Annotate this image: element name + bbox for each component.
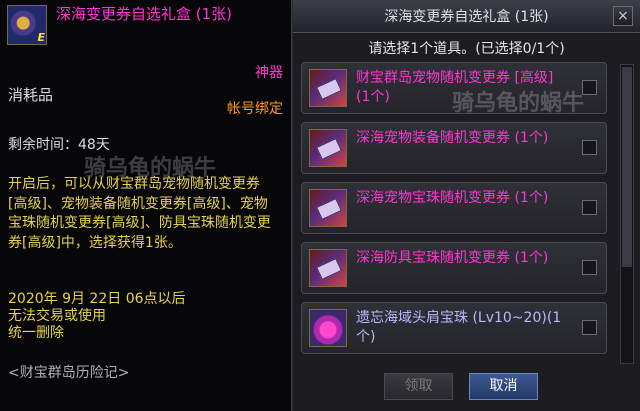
watermark: 骑乌龟的蜗牛 (84, 156, 217, 181)
cancel-button[interactable]: 取消 (469, 373, 538, 400)
close-button[interactable]: × (613, 6, 633, 26)
item-source: <财宝群岛历险记> (8, 365, 130, 381)
option-row[interactable]: 深海防具宝珠随机变更券 (1个) (301, 242, 607, 294)
selection-prompt: 请选择1个道具。(已选择0/1个) (368, 41, 565, 57)
gem-icon (309, 309, 347, 347)
ticket-icon (309, 69, 347, 107)
ticket-icon (309, 129, 347, 167)
option-checkbox[interactable] (582, 320, 597, 335)
item-type: 消耗品 (8, 86, 54, 104)
dialog-titlebar: 深海变更券自选礼盒 (1张) × (293, 0, 640, 33)
option-row[interactable]: 深海宠物宝珠随机变更券 (1个) (301, 182, 607, 234)
option-row[interactable]: 遗忘海域头肩宝珠 (Lv10~20)(1个) (301, 302, 607, 354)
option-row[interactable]: 深海宠物装备随机变更券 (1个) (301, 122, 607, 174)
dialog-title: 深海变更券自选礼盒 (1张) (384, 9, 549, 25)
watermark: 骑乌龟的蜗牛 (452, 91, 585, 116)
item-description: 开启后，可以从财宝群岛宠物随机变更券[高级]、宠物装备随机变更券[高级]、宠物宝… (8, 176, 271, 251)
option-checkbox[interactable] (582, 140, 597, 155)
scrollbar-thumb[interactable] (622, 67, 632, 267)
option-checkbox[interactable] (582, 260, 597, 275)
option-label: 深海宠物宝珠随机变更券 (1个) (356, 190, 549, 206)
ticket-icon (309, 189, 347, 227)
option-checkbox[interactable] (582, 80, 597, 95)
scrollbar[interactable] (620, 64, 634, 364)
ticket-icon (309, 249, 347, 287)
option-label: 遗忘海域头肩宝珠 (Lv10~20)(1个) (356, 310, 562, 345)
delete-rule: 统一删除 (8, 325, 64, 341)
option-label: 深海宠物装备随机变更券 (1个) (356, 130, 549, 146)
item-binding: 帐号绑定 (227, 101, 283, 117)
option-label: 深海防具宝珠随机变更券 (1个) (356, 250, 549, 266)
select-item-dialog: 深海变更券自选礼盒 (1张) × 请选择1个道具。(已选择0/1个) 财宝群岛宠… (293, 0, 640, 411)
item-tooltip: E 深海变更券自选礼盒 (1张) 神器 消耗品 帐号绑定 剩余时间：48天 开启… (0, 0, 292, 411)
gift-box-icon: E (7, 5, 47, 45)
item-grade: 神器 (255, 65, 283, 81)
epic-badge: E (37, 31, 45, 44)
item-title: 深海变更券自选礼盒 (1张) (56, 5, 233, 23)
option-checkbox[interactable] (582, 200, 597, 215)
claim-button[interactable]: 领取 (384, 373, 453, 400)
